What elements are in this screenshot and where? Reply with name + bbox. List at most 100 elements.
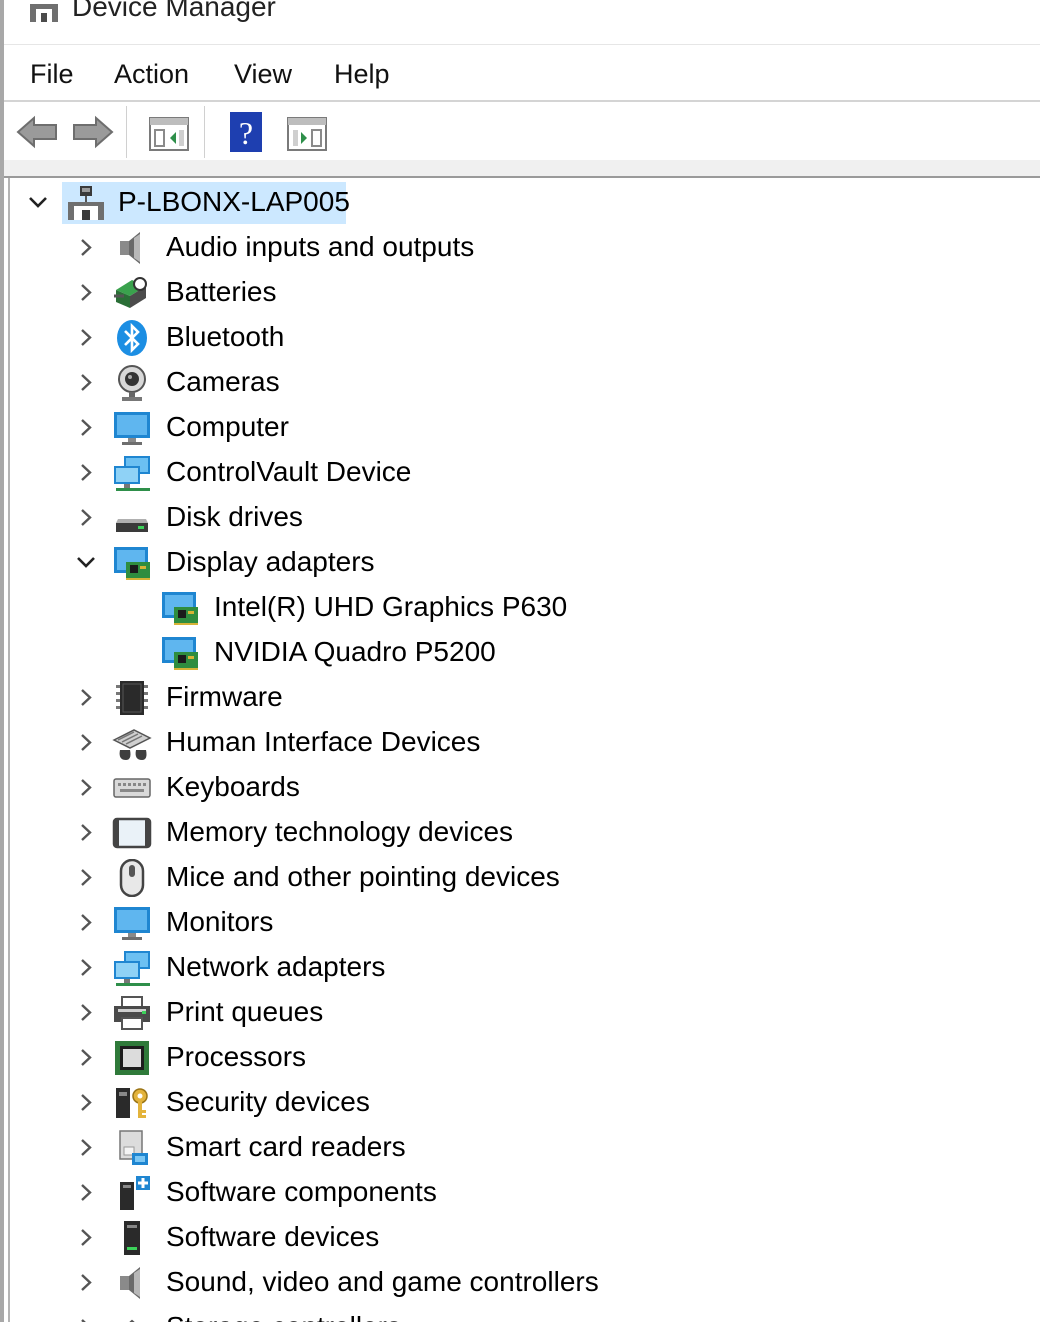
show-hide-console-tree-icon[interactable] [146, 110, 192, 154]
tree-item-display-adapters[interactable]: Display adapters [10, 540, 1040, 585]
toolbar-divider [126, 106, 127, 158]
speaker-icon [112, 229, 152, 267]
monitor-icon [112, 409, 152, 447]
tree-item-monitors[interactable]: Monitors [10, 900, 1040, 945]
keyboard-icon [112, 769, 152, 807]
tree-root-label: P-LBONX-LAP005 [118, 186, 350, 217]
show-hide-action-pane-icon[interactable] [284, 110, 330, 154]
svg-text:?: ? [239, 115, 253, 151]
forward-arrow-icon[interactable] [70, 110, 116, 154]
expand-chevron-icon[interactable] [72, 810, 100, 855]
tree-item-keyboards[interactable]: Keyboards [10, 765, 1040, 810]
tree-item-label: Display adapters [166, 546, 375, 577]
expand-chevron-icon[interactable] [72, 945, 100, 990]
expand-chevron-icon[interactable] [72, 720, 100, 765]
tree-item-nvidia-quadro-p5200[interactable]: NVIDIA Quadro P5200 [10, 630, 1040, 675]
tree-item-label: Smart card readers [166, 1131, 406, 1162]
expand-chevron-icon[interactable] [72, 315, 100, 360]
tree-item-label: Computer [166, 411, 289, 442]
menu-help[interactable]: Help [334, 59, 390, 90]
mouse-icon [112, 858, 152, 898]
expand-chevron-icon[interactable] [72, 675, 100, 720]
expand-chevron-icon[interactable] [72, 1080, 100, 1125]
tree-item-print-queues[interactable]: Print queues [10, 990, 1040, 1035]
tree-item-controlvault-device[interactable]: ControlVault Device [10, 450, 1040, 495]
network-icon [112, 949, 152, 987]
tree-item-intel-r-uhd-graphics-p630[interactable]: Intel(R) UHD Graphics P630 [10, 585, 1040, 630]
expand-chevron-icon[interactable] [72, 1125, 100, 1170]
tree-item-label: Network adapters [166, 951, 386, 982]
back-arrow-icon[interactable] [14, 110, 60, 154]
tree-item-processors[interactable]: Processors [10, 1035, 1040, 1080]
tree-item-audio-inputs-and-outputs[interactable]: Audio inputs and outputs [10, 225, 1040, 270]
tree-item-software-components[interactable]: Software components [10, 1170, 1040, 1215]
tree-item-label: Intel(R) UHD Graphics P630 [214, 591, 568, 622]
toolbar: ? [4, 102, 1040, 160]
smartcard-icon [112, 1129, 152, 1167]
tree-item-label: Monitors [166, 906, 274, 937]
menu-bar: File Action View Help [4, 44, 1040, 101]
tree-item-cameras[interactable]: Cameras [10, 360, 1040, 405]
security-icon [112, 1084, 152, 1122]
menu-action[interactable]: Action [114, 59, 189, 90]
expand-chevron-icon[interactable] [72, 1035, 100, 1080]
tree-item-label: Keyboards [166, 771, 300, 802]
expand-chevron-icon[interactable] [72, 765, 100, 810]
display-adapter-icon [112, 544, 152, 582]
tree-item-label: ControlVault Device [166, 456, 412, 487]
expand-chevron-icon[interactable] [72, 405, 100, 450]
tree-item-label: Processors [166, 1041, 307, 1072]
tree-item-bluetooth[interactable]: Bluetooth [10, 315, 1040, 360]
memory-icon [112, 814, 152, 852]
tree-item-label: Software devices [166, 1221, 380, 1252]
tree-item-computer[interactable]: Computer [10, 405, 1040, 450]
tree-item-software-devices[interactable]: Software devices [10, 1215, 1040, 1260]
tree-item-firmware[interactable]: Firmware [10, 675, 1040, 720]
tree-item-batteries[interactable]: Batteries [10, 270, 1040, 315]
tree-item-storage-controllers[interactable]: Storage controllers [10, 1305, 1040, 1322]
expand-chevron-icon[interactable] [72, 1215, 100, 1260]
camera-icon [112, 364, 152, 402]
tree-item-memory-technology-devices[interactable]: Memory technology devices [10, 810, 1040, 855]
tree-item-mice-and-other-pointing-devices[interactable]: Mice and other pointing devices [10, 855, 1040, 900]
speaker-icon [112, 1264, 152, 1302]
expand-chevron-icon[interactable] [72, 450, 100, 495]
expand-chevron-icon[interactable] [72, 990, 100, 1035]
tree-item-label: Security devices [166, 1086, 370, 1117]
menu-view[interactable]: View [234, 59, 292, 90]
collapse-chevron-icon[interactable] [24, 180, 52, 225]
display-adapter-icon [160, 634, 200, 672]
tree-item-label: NVIDIA Quadro P5200 [214, 636, 496, 667]
tree-item-security-devices[interactable]: Security devices [10, 1080, 1040, 1125]
expand-chevron-icon[interactable] [72, 1170, 100, 1215]
title-bar[interactable]: Device Manager [4, 0, 1040, 44]
tree-root-computer[interactable]: P-LBONX-LAP005 [10, 180, 1040, 225]
network-icon [112, 454, 152, 492]
display-adapter-icon [160, 589, 200, 627]
expand-chevron-icon[interactable] [72, 900, 100, 945]
bluetooth-icon [112, 319, 152, 357]
tree-item-smart-card-readers[interactable]: Smart card readers [10, 1125, 1040, 1170]
expand-chevron-icon[interactable] [72, 360, 100, 405]
device-manager-icon [30, 4, 58, 22]
expand-chevron-icon[interactable] [72, 270, 100, 315]
tree-item-label: Disk drives [166, 501, 303, 532]
tree-item-network-adapters[interactable]: Network adapters [10, 945, 1040, 990]
expand-chevron-icon[interactable] [72, 855, 100, 900]
menu-file[interactable]: File [30, 59, 74, 90]
expand-chevron-icon[interactable] [72, 1305, 100, 1322]
expand-chevron-icon[interactable] [72, 1260, 100, 1305]
processor-icon [112, 1039, 152, 1077]
tree-item-sound-video-and-game-controllers[interactable]: Sound, video and game controllers [10, 1260, 1040, 1305]
expand-chevron-icon[interactable] [72, 225, 100, 270]
chip-icon [112, 679, 152, 717]
help-icon[interactable]: ? [226, 110, 266, 154]
tree-item-human-interface-devices[interactable]: Human Interface Devices [10, 720, 1040, 765]
tree-item-label: Batteries [166, 276, 277, 307]
battery-icon [112, 274, 152, 312]
disk-icon [112, 499, 152, 537]
collapse-chevron-icon[interactable] [72, 540, 100, 585]
expand-chevron-icon[interactable] [72, 495, 100, 540]
tree-item-disk-drives[interactable]: Disk drives [10, 495, 1040, 540]
printer-icon [112, 994, 152, 1032]
